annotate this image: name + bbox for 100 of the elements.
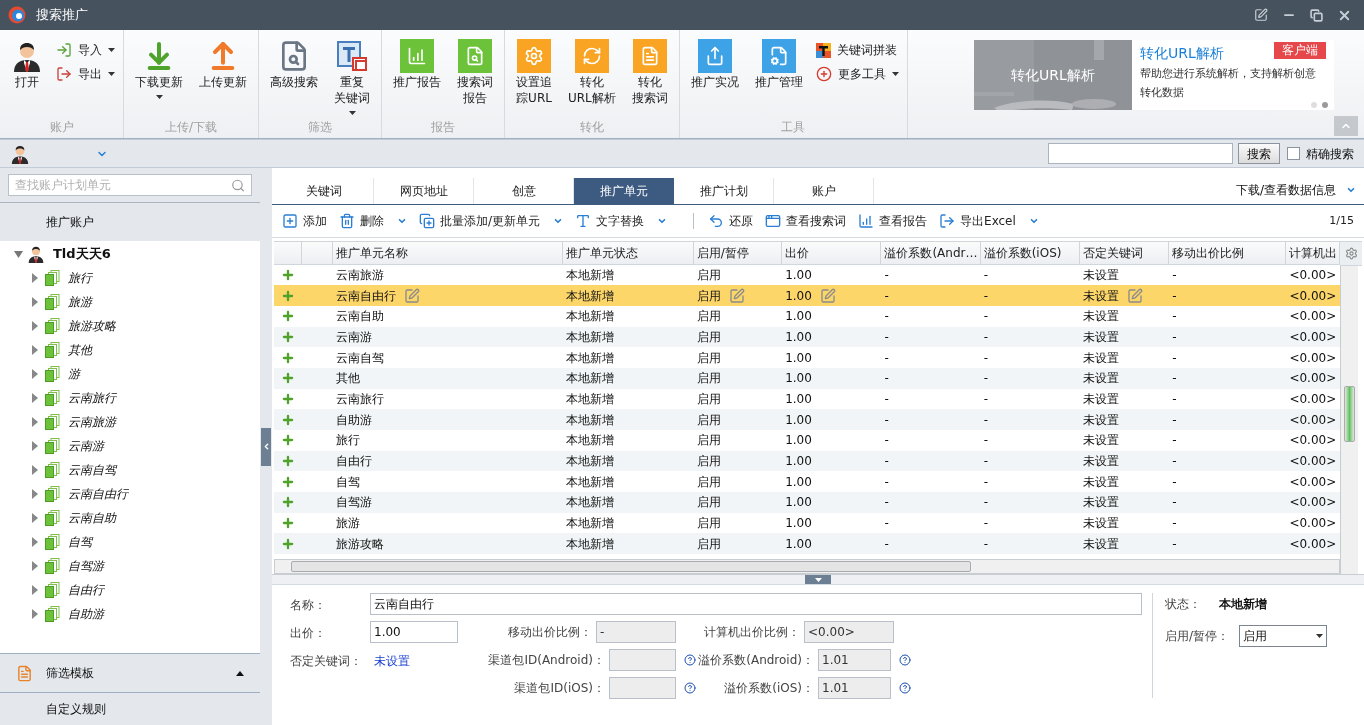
collapse-panel-handle[interactable]	[805, 575, 831, 584]
promo-banner[interactable]: 转化URL解析 转化URL解析 客户端 帮助您进行系统解析，支持解析创意转化数据	[974, 40, 1334, 110]
edit-icon[interactable]	[403, 287, 420, 304]
column-header[interactable]: 启用/暂停	[696, 243, 749, 262]
add-icon[interactable]	[280, 495, 295, 510]
checkbox[interactable]	[1287, 147, 1300, 160]
toolbar-button[interactable]: 查看报告	[858, 212, 928, 230]
tree-item[interactable]: 自助游	[0, 602, 260, 626]
text-field[interactable]: 1.00	[370, 621, 458, 643]
ribbon-button[interactable]: 推广实况	[685, 30, 744, 118]
ribbon-button[interactable]: 上传更新	[194, 30, 252, 118]
column-header[interactable]: 计算机出	[1289, 243, 1338, 262]
ribbon-button[interactable]: 转化 URL解析	[563, 30, 621, 118]
tree-item[interactable]: 旅游	[0, 290, 260, 314]
tree-item[interactable]: 其他	[0, 338, 260, 362]
tab[interactable]: 关键词	[274, 178, 374, 204]
table-row[interactable]: 其他 本地新增 启用 1.00 - - 未设置 - <0.00>	[274, 367, 1340, 389]
edit-icon[interactable]	[819, 287, 836, 304]
scrollbar-thumb[interactable]	[291, 561, 971, 572]
tree-item[interactable]: Tld天天6	[0, 242, 260, 266]
column-header[interactable]: 溢价系数(Andr…	[884, 243, 978, 262]
ribbon-button[interactable]: 转化 搜索词	[626, 30, 673, 118]
add-icon[interactable]	[280, 391, 295, 406]
tree-item[interactable]: 自驾游	[0, 554, 260, 578]
add-icon[interactable]	[280, 454, 295, 468]
select-field[interactable]: 启用	[1239, 625, 1327, 647]
tree-item[interactable]: 云南自助	[0, 506, 260, 530]
table-row[interactable]: 自由行 本地新增 启用 1.00 - - 未设置 - <0.00>	[274, 450, 1340, 472]
add-icon[interactable]	[280, 309, 295, 324]
gear-icon[interactable]	[1344, 247, 1358, 260]
help-icon[interactable]	[899, 654, 911, 666]
ribbon-button[interactable]: 更多工具	[813, 64, 901, 84]
add-icon[interactable]	[280, 288, 295, 303]
text-field[interactable]: 云南自由行	[370, 593, 1142, 615]
ribbon-button[interactable]: 推广管理	[749, 30, 808, 118]
toolbar-button[interactable]: 文字替换	[575, 212, 668, 230]
tree-item[interactable]: 旅行	[0, 266, 260, 290]
add-icon[interactable]	[280, 433, 295, 448]
help-icon[interactable]	[684, 654, 696, 666]
search-button[interactable]: 搜索	[1238, 143, 1280, 164]
restore-icon[interactable]	[1310, 8, 1323, 22]
table-row[interactable]: 云南游 本地新增 启用 1.00 - - 未设置 - <0.00>	[274, 326, 1340, 348]
toolbar-button[interactable]: 删除	[339, 212, 407, 230]
tree-item[interactable]: 游	[0, 362, 260, 386]
ribbon-button[interactable]: 下载更新	[130, 30, 188, 118]
edit-icon[interactable]	[1254, 8, 1268, 22]
toolbar-button[interactable]: 导出Excel	[939, 212, 1039, 230]
tree-item[interactable]: 云南自由行	[0, 482, 260, 506]
tree-item[interactable]: 云南游	[0, 434, 260, 458]
add-icon[interactable]	[280, 350, 295, 365]
column-header[interactable]: 推广单元状态	[565, 243, 638, 262]
toolbar-button[interactable]: 查看搜索词	[765, 212, 847, 230]
add-icon[interactable]	[280, 474, 295, 489]
tab[interactable]: 推广单元	[574, 178, 674, 204]
tree-item[interactable]: 云南旅游	[0, 410, 260, 434]
search-icon[interactable]	[230, 177, 245, 193]
column-header[interactable]: 否定关键词	[1082, 243, 1143, 262]
toolbar-button[interactable]: 还原	[708, 212, 754, 230]
search-field[interactable]	[1048, 143, 1233, 164]
tree-item[interactable]: 自驾	[0, 530, 260, 554]
add-icon[interactable]	[280, 329, 295, 344]
ribbon-button[interactable]: 推广报告	[388, 30, 446, 118]
table-row[interactable]: 自驾游 本地新增 启用 1.00 - - 未设置 - <0.00>	[274, 492, 1340, 513]
add-icon[interactable]	[280, 267, 295, 282]
add-icon[interactable]	[280, 536, 295, 551]
ribbon-button[interactable]: 重复 关键词	[329, 30, 375, 118]
sidebar-search-field[interactable]: 查找账户计划单元	[15, 176, 231, 194]
tab[interactable]: 网页地址	[374, 178, 474, 204]
table-row[interactable]: 旅游攻略 本地新增 启用 1.00 - - 未设置 - <0.00>	[274, 533, 1340, 554]
add-icon[interactable]	[280, 516, 295, 530]
ribbon-button[interactable]: 导出	[54, 64, 117, 84]
ribbon-button[interactable]: 打开	[6, 30, 48, 118]
scrollbar-thumb[interactable]	[1344, 386, 1355, 442]
tree-item[interactable]: 自由行	[0, 578, 260, 602]
add-icon[interactable]	[280, 412, 295, 427]
custom-rules-item[interactable]: 自定义规则	[46, 700, 106, 718]
ribbon-button[interactable]: 设置追 踪URL	[511, 30, 557, 118]
column-header[interactable]: 溢价系数(iOS)	[983, 243, 1062, 262]
table-row[interactable]: 自助游 本地新增 启用 1.00 - - 未设置 - <0.00>	[274, 409, 1340, 430]
help-icon[interactable]	[899, 682, 911, 694]
sidebar-search-box[interactable]: 查找账户计划单元	[8, 174, 252, 196]
column-header[interactable]: 移动出价比例	[1172, 243, 1245, 262]
tab[interactable]: 推广计划	[674, 178, 774, 204]
column-header[interactable]: 推广单元名称	[335, 243, 408, 262]
vertical-scrollbar[interactable]	[1340, 266, 1358, 574]
edit-icon[interactable]	[1126, 287, 1143, 304]
toolbar-button[interactable]: 批量添加/更新单元	[419, 212, 564, 230]
collapse-triangle-icon[interactable]	[236, 670, 244, 676]
ribbon-button[interactable]: 关键词拼装	[813, 40, 901, 60]
tree-item[interactable]: 旅游攻略	[0, 314, 260, 338]
table-row[interactable]: 云南自由行 本地新增 启用 1.00 - - 未设置 - <0.00>	[274, 285, 1340, 306]
filter-template-header[interactable]: 筛选模板	[0, 653, 260, 693]
ribbon-button[interactable]: 导入	[54, 40, 117, 60]
negative-keywords-link[interactable]: 未设置	[374, 654, 410, 668]
ribbon-button[interactable]: 高级搜索	[265, 30, 323, 118]
edit-icon[interactable]	[728, 287, 745, 304]
add-icon[interactable]	[280, 371, 295, 386]
tree-item[interactable]: 云南旅行	[0, 386, 260, 410]
tree-item[interactable]: 云南自驾	[0, 458, 260, 482]
data-menu-button[interactable]: 下载/查看数据信息	[1235, 181, 1356, 199]
